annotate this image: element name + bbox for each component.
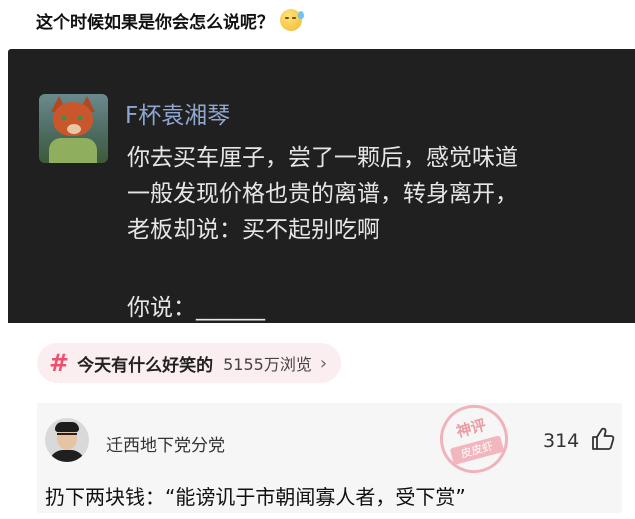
post-author-name[interactable]: F杯袁湘琴: [125, 96, 230, 130]
topic-view-count: 5155万浏览: [223, 355, 312, 374]
avatar[interactable]: [45, 418, 89, 462]
post-line: 你去买车厘子，尝了一颗后，感觉味道: [127, 145, 518, 171]
comment-username[interactable]: 迁西地下党分党: [106, 431, 225, 456]
post-line: 一般发现价格也贵的离谱，转身离开，: [127, 181, 518, 207]
smiling-face-with-sweat-icon: [280, 9, 304, 31]
thumbs-up-icon[interactable]: [590, 426, 616, 452]
topic-title: 今天有什么好笑的: [77, 355, 214, 376]
fox-avatar-icon[interactable]: [39, 94, 108, 163]
hashtag-icon: #: [49, 349, 70, 377]
topic-tag-button[interactable]: # 今天有什么好笑的 5155万浏览 ›: [37, 343, 342, 383]
question-text: 这个时候如果是你会怎么说呢？: [36, 12, 274, 33]
post-line: 老板却说：买不起别吃啊: [127, 217, 380, 243]
like-count: 314: [543, 430, 580, 452]
chevron-right-icon: ›: [319, 352, 328, 374]
comment-text: 扔下两块钱：“能谤讥于市朝闻寡人者，受下赏”: [45, 485, 466, 509]
question-header: 这个时候如果是你会怎么说呢？: [36, 6, 304, 34]
post-body: 你去买车厘子，尝了一颗后，感觉味道 一般发现价格也贵的离谱，转身离开， 老板却说…: [127, 140, 627, 248]
post-prompt: 你说：______: [127, 295, 265, 321]
